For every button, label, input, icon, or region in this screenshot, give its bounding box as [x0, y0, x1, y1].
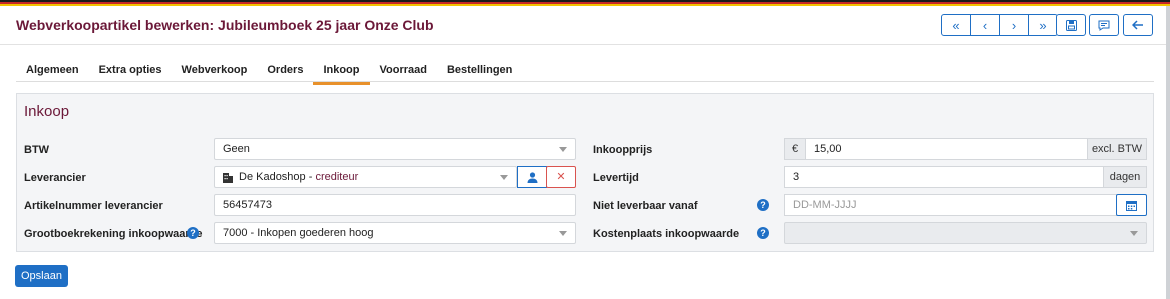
tab-extra-opties[interactable]: Extra opties: [89, 62, 172, 82]
leverancier-value: De Kadoshop: [239, 171, 306, 183]
tab-orders[interactable]: Orders: [257, 62, 313, 82]
first-icon: «: [952, 17, 960, 33]
artikelnummer-input[interactable]: 56457473: [214, 194, 576, 216]
tab-bestellingen[interactable]: Bestellingen: [437, 62, 522, 82]
artikelnummer-label: Artikelnummer leverancier: [24, 200, 163, 212]
inkoopprijs-input[interactable]: 15,00: [805, 138, 1088, 160]
building-icon: [223, 173, 233, 183]
kostenplaats-select[interactable]: [784, 222, 1147, 244]
panel-title: Inkoop: [24, 103, 70, 120]
niet-leverbaar-label: Niet leverbaar vanaf: [593, 200, 698, 212]
inkoopprijs-suffix: excl. BTW: [1087, 138, 1147, 160]
prev-record-button[interactable]: ‹: [970, 14, 1000, 36]
tab-voorraad[interactable]: Voorraad: [370, 62, 437, 82]
back-icon: [1132, 20, 1143, 30]
niet-leverbaar-date-input[interactable]: DD-MM-JJJJ: [784, 194, 1117, 216]
tab-webverkoop[interactable]: Webverkoop: [172, 62, 258, 82]
btw-select[interactable]: Geen: [214, 138, 576, 160]
page-card: Webverkoopartikel bewerken: Jubileumboek…: [0, 6, 1166, 299]
view-contact-button[interactable]: [517, 166, 547, 188]
btw-label: BTW: [24, 144, 50, 156]
tab-inkoop[interactable]: Inkoop: [313, 62, 370, 85]
save-icon: [1065, 19, 1077, 31]
last-record-button[interactable]: »: [1028, 14, 1058, 36]
leverancier-separator: -: [305, 171, 316, 183]
leverancier-label: Leverancier: [24, 172, 86, 184]
date-picker-button[interactable]: [1116, 194, 1147, 216]
header-divider: [0, 44, 1166, 45]
help-icon[interactable]: ?: [757, 199, 769, 211]
action-buttons: [1056, 14, 1153, 36]
levertijd-suffix: dagen: [1103, 166, 1147, 188]
save-button[interactable]: Opslaan: [15, 265, 68, 287]
tabs-divider: [16, 81, 1154, 82]
chevron-down-icon: [559, 147, 567, 152]
first-record-button[interactable]: «: [941, 14, 971, 36]
user-icon: [527, 172, 538, 183]
help-icon[interactable]: ?: [187, 227, 199, 239]
kostenplaats-label: Kostenplaats inkoopwaarde: [593, 228, 740, 240]
crediteur-link[interactable]: crediteur: [315, 171, 358, 183]
currency-addon: €: [784, 138, 806, 160]
grootboek-select[interactable]: 7000 - Inkopen goederen hoog: [214, 222, 576, 244]
help-icon[interactable]: ?: [757, 227, 769, 239]
levertijd-input[interactable]: 3: [784, 166, 1104, 188]
record-navigation: « ‹ › »: [941, 14, 1058, 36]
grootboek-label: Grootboekrekening inkoopwaarde: [24, 228, 203, 240]
save-icon-button[interactable]: [1056, 14, 1086, 36]
next-icon: ›: [1011, 17, 1017, 33]
levertijd-label: Levertijd: [593, 172, 639, 184]
close-icon: ✕: [556, 171, 566, 183]
comment-icon: [1098, 20, 1110, 31]
grootboek-value: 7000 - Inkopen goederen hoog: [223, 227, 374, 239]
btw-value: Geen: [223, 143, 250, 155]
back-button[interactable]: [1123, 14, 1153, 36]
chevron-down-icon: [559, 231, 567, 236]
tab-algemeen[interactable]: Algemeen: [16, 62, 89, 82]
comment-button[interactable]: [1089, 14, 1119, 36]
clear-leverancier-button[interactable]: ✕: [546, 166, 576, 188]
page-title: Webverkoopartikel bewerken: Jubileumboek…: [16, 17, 434, 33]
prev-icon: ‹: [982, 17, 988, 33]
scrollbar[interactable]: [1166, 6, 1170, 299]
tab-bar: Algemeen Extra opties Webverkoop Orders …: [16, 62, 522, 85]
inkoopprijs-label: Inkoopprijs: [593, 144, 653, 156]
chevron-down-icon: [1130, 231, 1138, 236]
calendar-icon: [1126, 201, 1137, 211]
next-record-button[interactable]: ›: [999, 14, 1029, 36]
last-icon: »: [1039, 17, 1047, 33]
chevron-down-icon: [500, 175, 508, 180]
inkoop-panel: Inkoop BTW Geen Leverancier De Kadoshop …: [16, 93, 1154, 252]
leverancier-select[interactable]: De Kadoshop - crediteur: [214, 166, 517, 188]
